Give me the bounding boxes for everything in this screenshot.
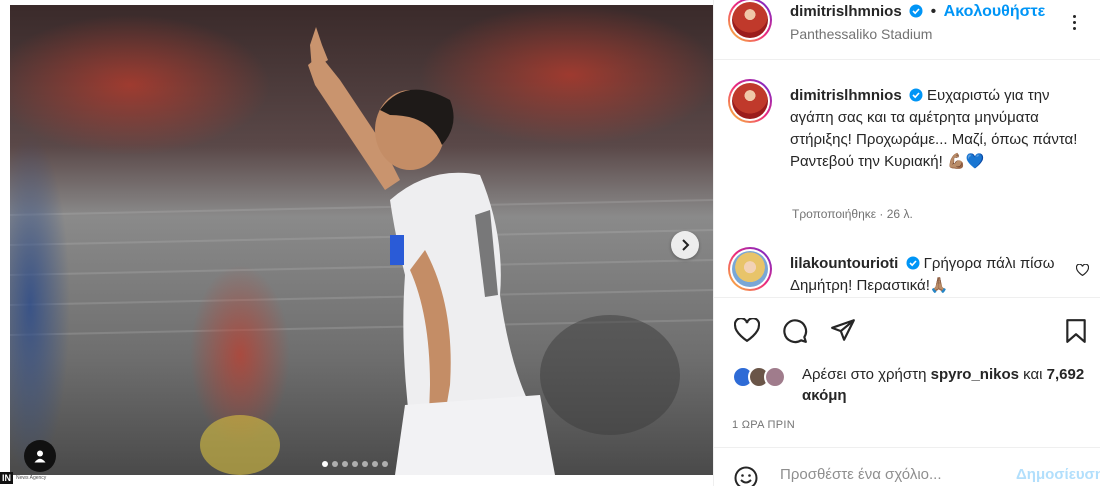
tag-user-icon	[34, 450, 46, 463]
likes-text: Αρέσει στο χρήστη spyro_nikos και 7,692 …	[802, 364, 1100, 406]
comment-body: lilakountourioti Γρήγορα πάλι πίσω Δημήτ…	[790, 253, 1060, 297]
likes-and: και	[1023, 366, 1043, 383]
carousel-dot[interactable]	[372, 461, 378, 467]
bookmark-icon[interactable]	[1065, 318, 1087, 344]
post-comment-button[interactable]: Δημοσίευση	[1016, 466, 1100, 483]
carousel-dot[interactable]	[362, 461, 368, 467]
emoji-icon[interactable]	[734, 466, 758, 486]
carousel-dot[interactable]	[322, 461, 328, 467]
author-avatar[interactable]	[728, 0, 772, 42]
carousel-next-button[interactable]	[671, 231, 699, 259]
author-username[interactable]: dimitrislhmnios	[790, 3, 902, 20]
carousel-dot[interactable]	[342, 461, 348, 467]
caption-avatar[interactable]	[728, 79, 772, 123]
header-separator: •	[930, 3, 937, 20]
carousel-indicator	[322, 461, 388, 467]
heart-icon[interactable]	[734, 318, 760, 342]
follow-button[interactable]: Ακολουθήστε	[944, 3, 1046, 20]
carousel-dot[interactable]	[352, 461, 358, 467]
post-photo	[10, 5, 713, 475]
caption-body: dimitrislhmnios Ευχαριστώ για την αγάπη …	[790, 85, 1090, 173]
chevron-right-icon	[682, 239, 690, 251]
agency-text: News Agency	[16, 474, 47, 481]
comments-list[interactable]: dimitrislhmnios Ευχαριστώ για την αγάπη …	[714, 61, 1100, 297]
comment-like-icon[interactable]	[1076, 264, 1089, 276]
photo-agency-badge: IN News Agency	[0, 470, 80, 486]
comment-username[interactable]: lilakountourioti	[790, 255, 898, 272]
carousel-dot[interactable]	[332, 461, 338, 467]
caption-username[interactable]: dimitrislhmnios	[790, 87, 902, 104]
caption-meta: Τροποποιήθηκε · 26 λ.	[792, 207, 913, 221]
tagged-users-button[interactable]	[24, 440, 56, 472]
add-comment-bar: Προσθέστε ένα σχόλιο... Δημοσίευση	[714, 447, 1100, 486]
post-actions: Αρέσει στο χρήστη spyro_nikos και 7,692 …	[714, 297, 1100, 447]
verified-badge-icon	[909, 88, 923, 102]
post-location[interactable]: Panthessaliko Stadium	[790, 26, 932, 42]
likes-prefix: Αρέσει στο χρήστη	[802, 366, 927, 383]
post-header: dimitrislhmnios • Ακολουθήστε Panthessal…	[714, 0, 1100, 60]
verified-badge-icon	[909, 4, 923, 18]
post-side-panel: dimitrislhmnios • Ακολουθήστε Panthessal…	[713, 0, 1100, 486]
instagram-post-view: IN News Agency dimitrislhmnios • Ακολουθ…	[0, 0, 1100, 486]
likes-user[interactable]: spyro_nikos	[931, 366, 1019, 383]
carousel-dot[interactable]	[382, 461, 388, 467]
post-timestamp[interactable]: 1 ΩΡΑ ΠΡΙΝ	[732, 419, 795, 431]
agency-logo: IN	[0, 472, 13, 484]
share-icon[interactable]	[830, 318, 856, 342]
comment-input[interactable]: Προσθέστε ένα σχόλιο...	[780, 466, 942, 483]
comment-avatar[interactable]	[728, 247, 772, 291]
liker-avatars[interactable]	[732, 366, 792, 390]
comment-icon[interactable]	[782, 318, 808, 344]
more-options-icon[interactable]	[1064, 12, 1084, 32]
verified-badge-icon	[906, 256, 919, 270]
post-media[interactable]	[10, 5, 713, 475]
